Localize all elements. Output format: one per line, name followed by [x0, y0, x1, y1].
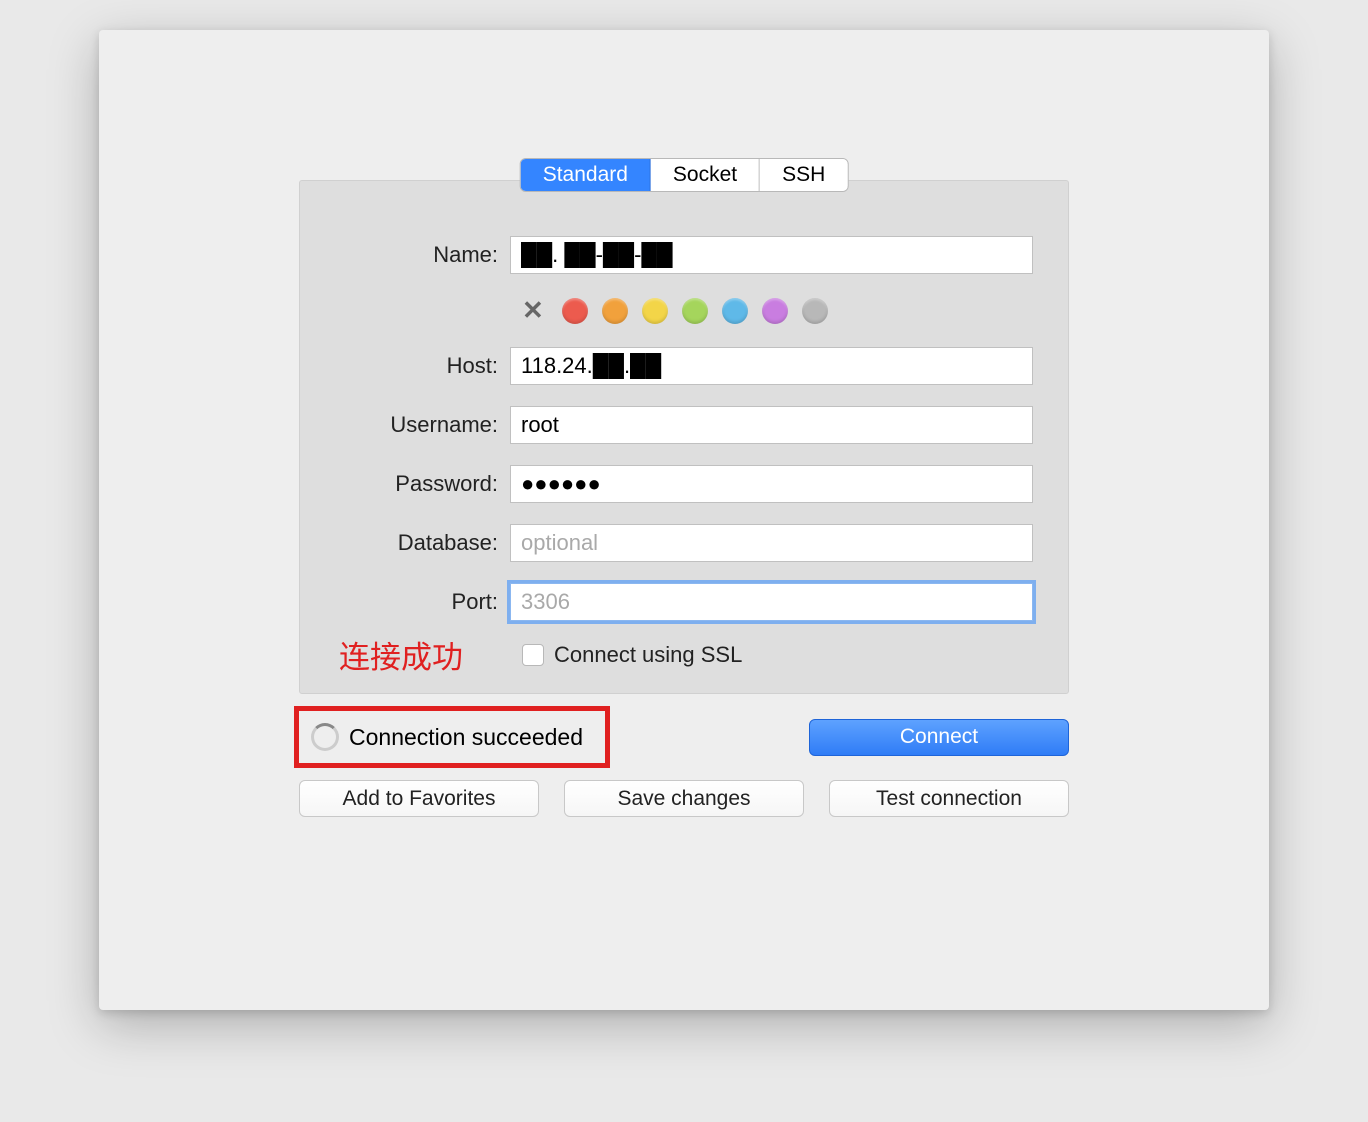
name-label: Name:: [335, 242, 510, 268]
spinner-icon: [311, 723, 339, 751]
port-input[interactable]: [510, 583, 1033, 621]
database-row: Database:: [335, 524, 1033, 562]
color-gray[interactable]: [802, 298, 828, 324]
username-input[interactable]: [510, 406, 1033, 444]
password-label: Password:: [335, 471, 510, 497]
tab-socket[interactable]: Socket: [651, 159, 760, 191]
host-label: Host:: [335, 353, 510, 379]
password-input[interactable]: [510, 465, 1033, 503]
username-row: Username:: [335, 406, 1033, 444]
color-red[interactable]: [562, 298, 588, 324]
color-blue[interactable]: [722, 298, 748, 324]
name-row: Name:: [335, 236, 1033, 274]
annotation-chinese: 连接成功: [339, 632, 463, 677]
color-row: ✕: [335, 295, 1033, 326]
name-input[interactable]: [510, 236, 1033, 274]
connection-tabs: Standard Socket SSH: [520, 158, 849, 192]
save-button[interactable]: Save changes: [564, 780, 804, 817]
status-box: Connection succeeded: [294, 706, 610, 768]
connection-dialog: Standard Socket SSH Name: ✕ Host: Userna…: [99, 30, 1269, 1010]
database-label: Database:: [335, 530, 510, 556]
host-row: Host:: [335, 347, 1033, 385]
ssl-label: Connect using SSL: [554, 642, 742, 668]
connect-button[interactable]: Connect: [809, 719, 1069, 756]
tab-ssh[interactable]: SSH: [760, 159, 847, 191]
color-purple[interactable]: [762, 298, 788, 324]
database-input[interactable]: [510, 524, 1033, 562]
status-row: Connection succeeded Connect: [299, 706, 1069, 768]
port-row: Port:: [335, 583, 1033, 621]
test-button[interactable]: Test connection: [829, 780, 1069, 817]
tab-standard[interactable]: Standard: [521, 159, 651, 191]
status-text: Connection succeeded: [349, 724, 583, 751]
form-panel: Name: ✕ Host: Username: Password: Data: [299, 180, 1069, 694]
port-label: Port:: [335, 589, 510, 615]
favorites-button[interactable]: Add to Favorites: [299, 780, 539, 817]
color-orange[interactable]: [602, 298, 628, 324]
clear-color-icon[interactable]: ✕: [522, 295, 544, 326]
host-input[interactable]: [510, 347, 1033, 385]
color-green[interactable]: [682, 298, 708, 324]
bottom-row: Add to Favorites Save changes Test conne…: [299, 780, 1069, 817]
color-yellow[interactable]: [642, 298, 668, 324]
username-label: Username:: [335, 412, 510, 438]
password-row: Password:: [335, 465, 1033, 503]
ssl-checkbox[interactable]: [522, 644, 544, 666]
